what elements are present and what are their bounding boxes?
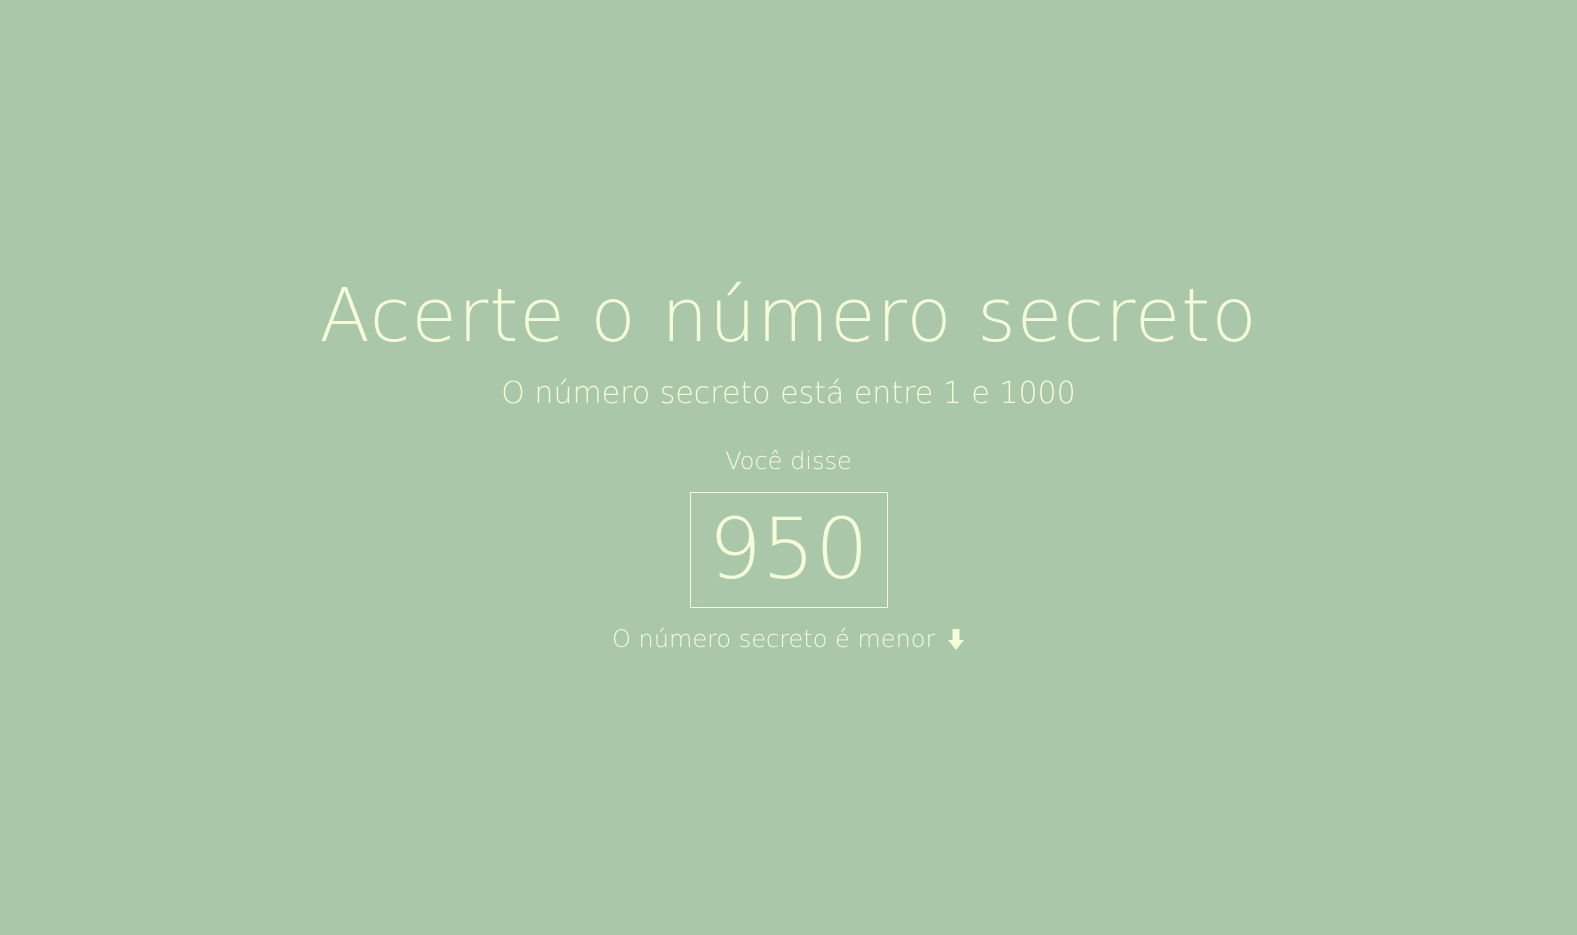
game-content: Acerte o número secreto O número secreto… bbox=[0, 268, 1577, 654]
guess-display: 950 bbox=[689, 492, 888, 608]
hint-text: O número secreto é menor bbox=[612, 625, 936, 653]
game-page: Acerte o número secreto O número secreto… bbox=[0, 0, 1577, 935]
arrow-down-icon bbox=[947, 628, 965, 652]
page-title: Acerte o número secreto bbox=[319, 273, 1258, 359]
you-said-label: Você disse bbox=[725, 447, 852, 475]
hint-message: O número secreto é menor bbox=[0, 624, 1577, 654]
range-subtitle: O número secreto está entre 1 e 1000 bbox=[501, 376, 1076, 411]
